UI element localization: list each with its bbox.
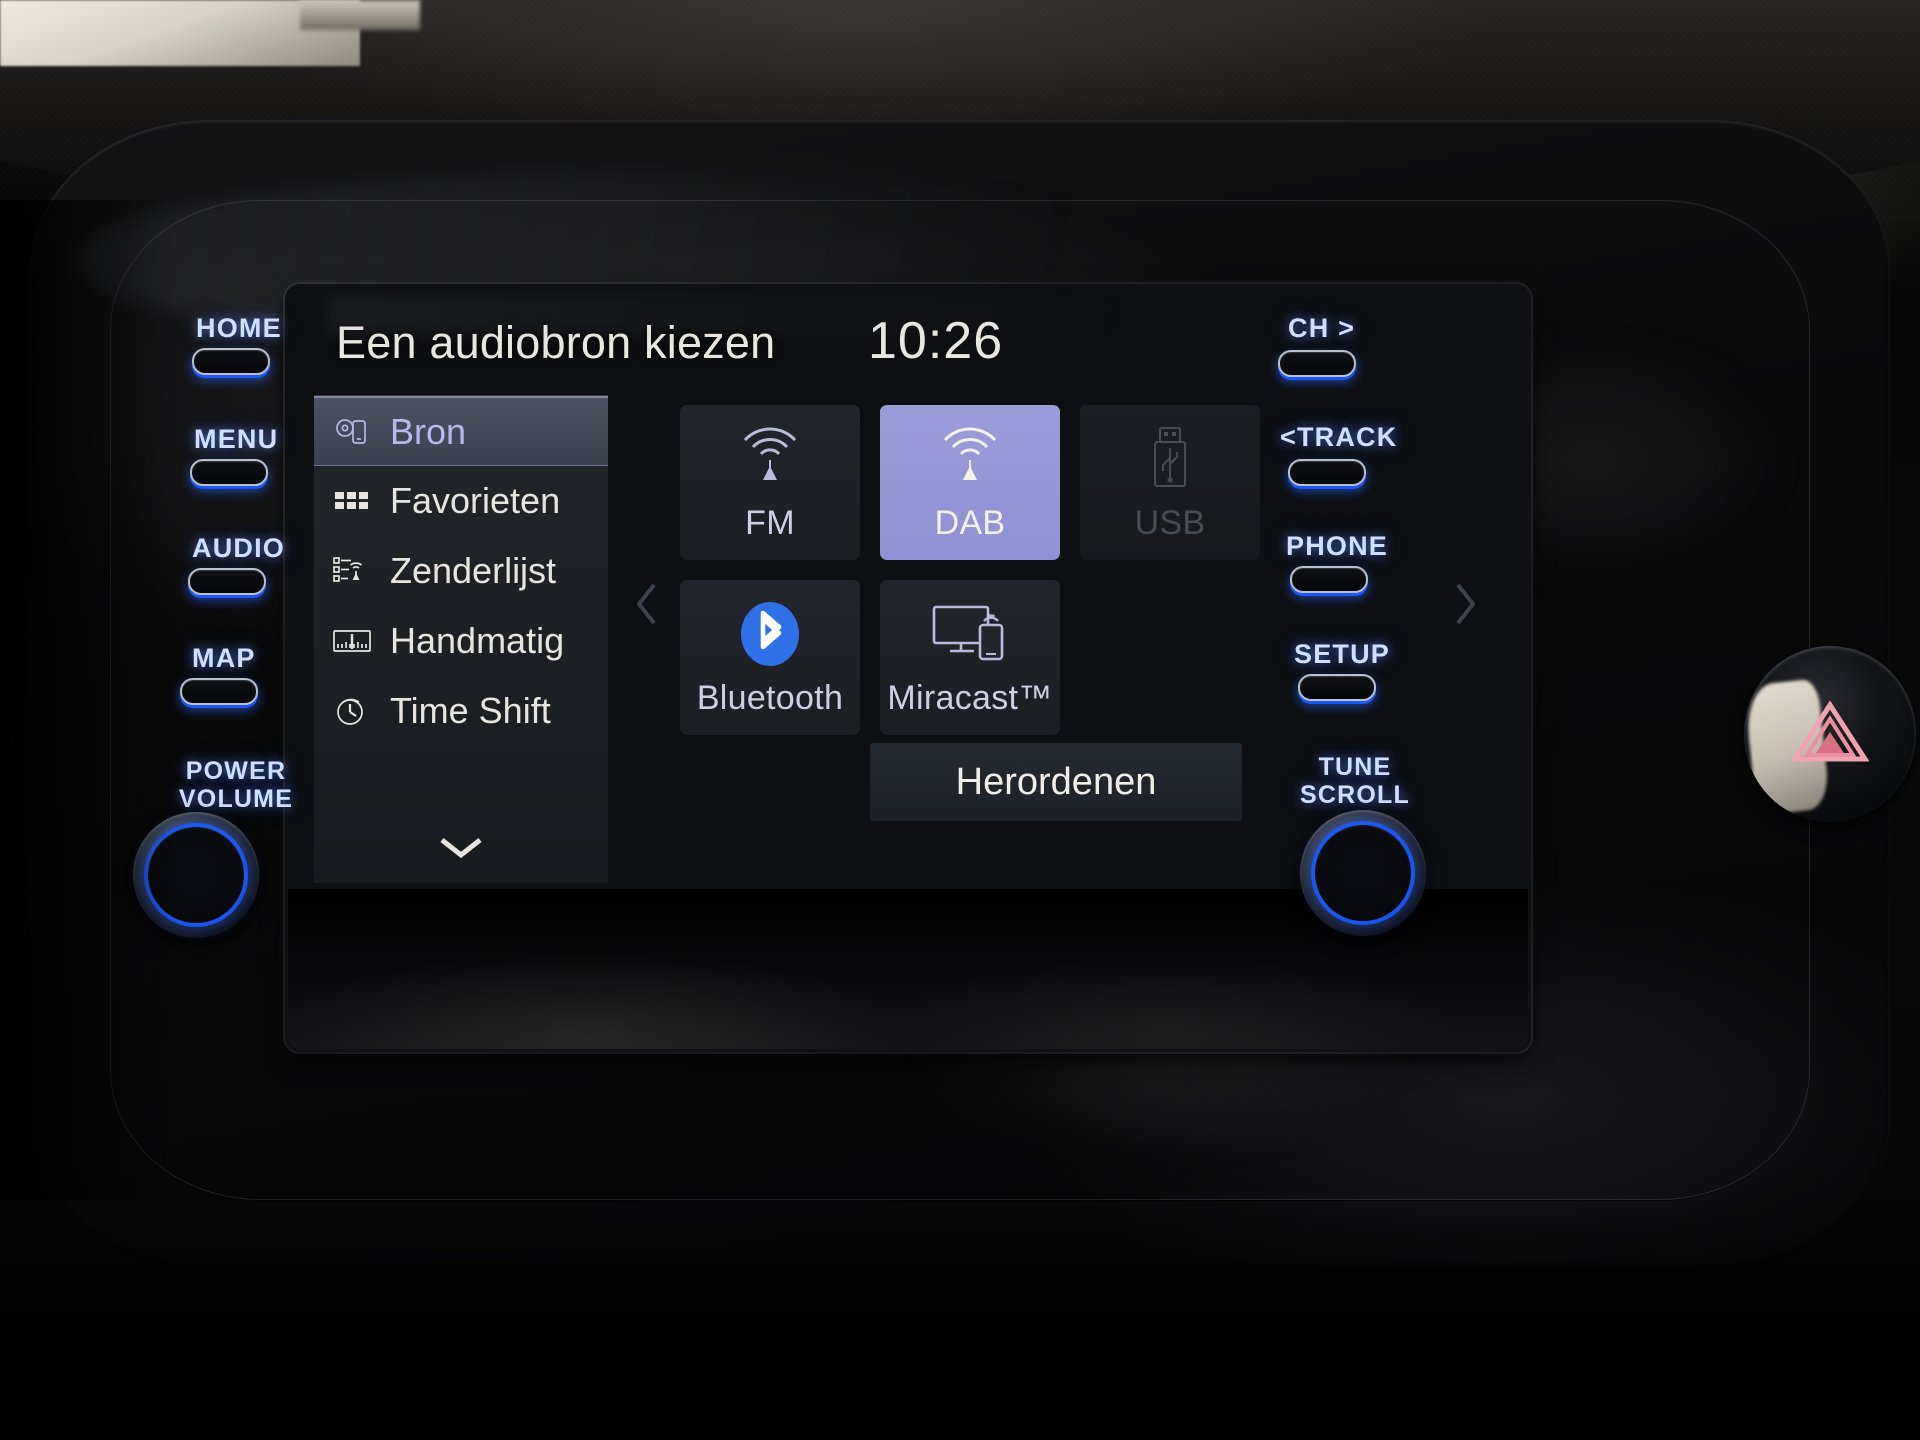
power-volume-knob[interactable]: [133, 812, 259, 938]
hazard-triangle-icon: [1790, 699, 1870, 770]
setup-button[interactable]: [1298, 674, 1376, 701]
menu-scroll-down-button[interactable]: [314, 821, 608, 877]
source-tile-label: USB: [1134, 504, 1206, 542]
channel-up-button-label: CH >: [1288, 313, 1356, 343]
source-tile-label: DAB: [934, 504, 1006, 542]
audio-button-label: AUDIO: [192, 533, 285, 563]
source-tile-label: FM: [745, 504, 795, 542]
cast-screen-icon: [928, 597, 1012, 671]
sidebar-item-label: Favorieten: [390, 480, 561, 521]
center-console-photo: Een audiobron kiezen 10:26 Bron Favoriet…: [0, 0, 1920, 1440]
hazard-lights-button[interactable]: [1744, 646, 1916, 822]
source-tile-label: Miracast™: [887, 679, 1053, 717]
home-button-label: HOME: [196, 313, 282, 343]
sidebar-item-label: Time Shift: [390, 690, 551, 731]
sidebar-item-bron[interactable]: Bron: [314, 396, 608, 466]
source-tile-dab[interactable]: DAB: [880, 405, 1060, 560]
sidebar-item-time-shift[interactable]: Time Shift: [314, 676, 608, 746]
phone-button[interactable]: [1290, 566, 1368, 593]
tuning-scale-icon: [330, 621, 374, 661]
sidebar-item-handmatig[interactable]: Handmatig: [314, 606, 608, 676]
sidebar-item-label: Bron: [390, 410, 467, 452]
power-volume-label-line2: VOLUME: [178, 785, 294, 813]
sidebar-item-favorieten[interactable]: Favorieten: [314, 466, 608, 536]
track-back-button-label: <TRACK: [1280, 422, 1398, 452]
sidebar-item-zenderlijst[interactable]: Zenderlijst: [314, 536, 608, 606]
map-button-label: MAP: [192, 643, 256, 673]
grid-tiles-icon: [330, 481, 374, 521]
source-tile-label: Bluetooth: [696, 679, 844, 717]
windshield-reflection-secondary: [300, 0, 420, 30]
next-page-button[interactable]: [1442, 571, 1488, 641]
reorder-button[interactable]: Herordenen: [870, 743, 1242, 821]
sidebar-item-label: Zenderlijst: [390, 550, 557, 591]
source-tile-grid: FM DAB USB Bluetooth Miracast™: [680, 405, 1260, 735]
chevron-left-icon: [634, 581, 660, 632]
clock-rewind-icon: [330, 691, 374, 731]
home-button[interactable]: [192, 348, 270, 375]
source-phone-icon: [330, 412, 374, 452]
tune-scroll-label-line2: SCROLL: [1300, 781, 1410, 809]
side-menu: Bron Favorieten Zenderlijst Handmatig Ti…: [314, 395, 608, 883]
track-back-button[interactable]: [1288, 459, 1366, 486]
source-tile-bluetooth[interactable]: Bluetooth: [680, 580, 860, 735]
usb-stick-icon: [1142, 422, 1198, 496]
prev-page-button[interactable]: [624, 571, 670, 641]
source-tile-miracast[interactable]: Miracast™: [880, 580, 1060, 735]
source-tile-fm[interactable]: FM: [680, 405, 860, 560]
audio-button[interactable]: [188, 568, 266, 595]
radio-tower-icon: [928, 422, 1012, 496]
source-tile-usb: USB: [1080, 405, 1260, 560]
menu-button[interactable]: [190, 459, 268, 486]
bluetooth-icon: [733, 597, 807, 671]
channel-up-button[interactable]: [1278, 350, 1356, 377]
power-volume-label-line1: POWER: [185, 757, 287, 785]
map-button[interactable]: [180, 678, 258, 705]
chevron-down-icon: [438, 834, 484, 865]
phone-button-label: PHONE: [1286, 531, 1389, 561]
menu-button-label: MENU: [194, 424, 279, 454]
chevron-right-icon: [1452, 581, 1478, 632]
sidebar-item-label: Handmatig: [390, 620, 565, 661]
setup-button-label: SETUP: [1294, 639, 1391, 669]
tune-scroll-knob[interactable]: [1300, 810, 1426, 936]
tune-scroll-label-line1: TUNE: [1318, 753, 1392, 781]
radio-tower-icon: [728, 422, 812, 496]
reorder-button-label: Herordenen: [955, 760, 1157, 803]
station-list-icon: [330, 551, 374, 591]
